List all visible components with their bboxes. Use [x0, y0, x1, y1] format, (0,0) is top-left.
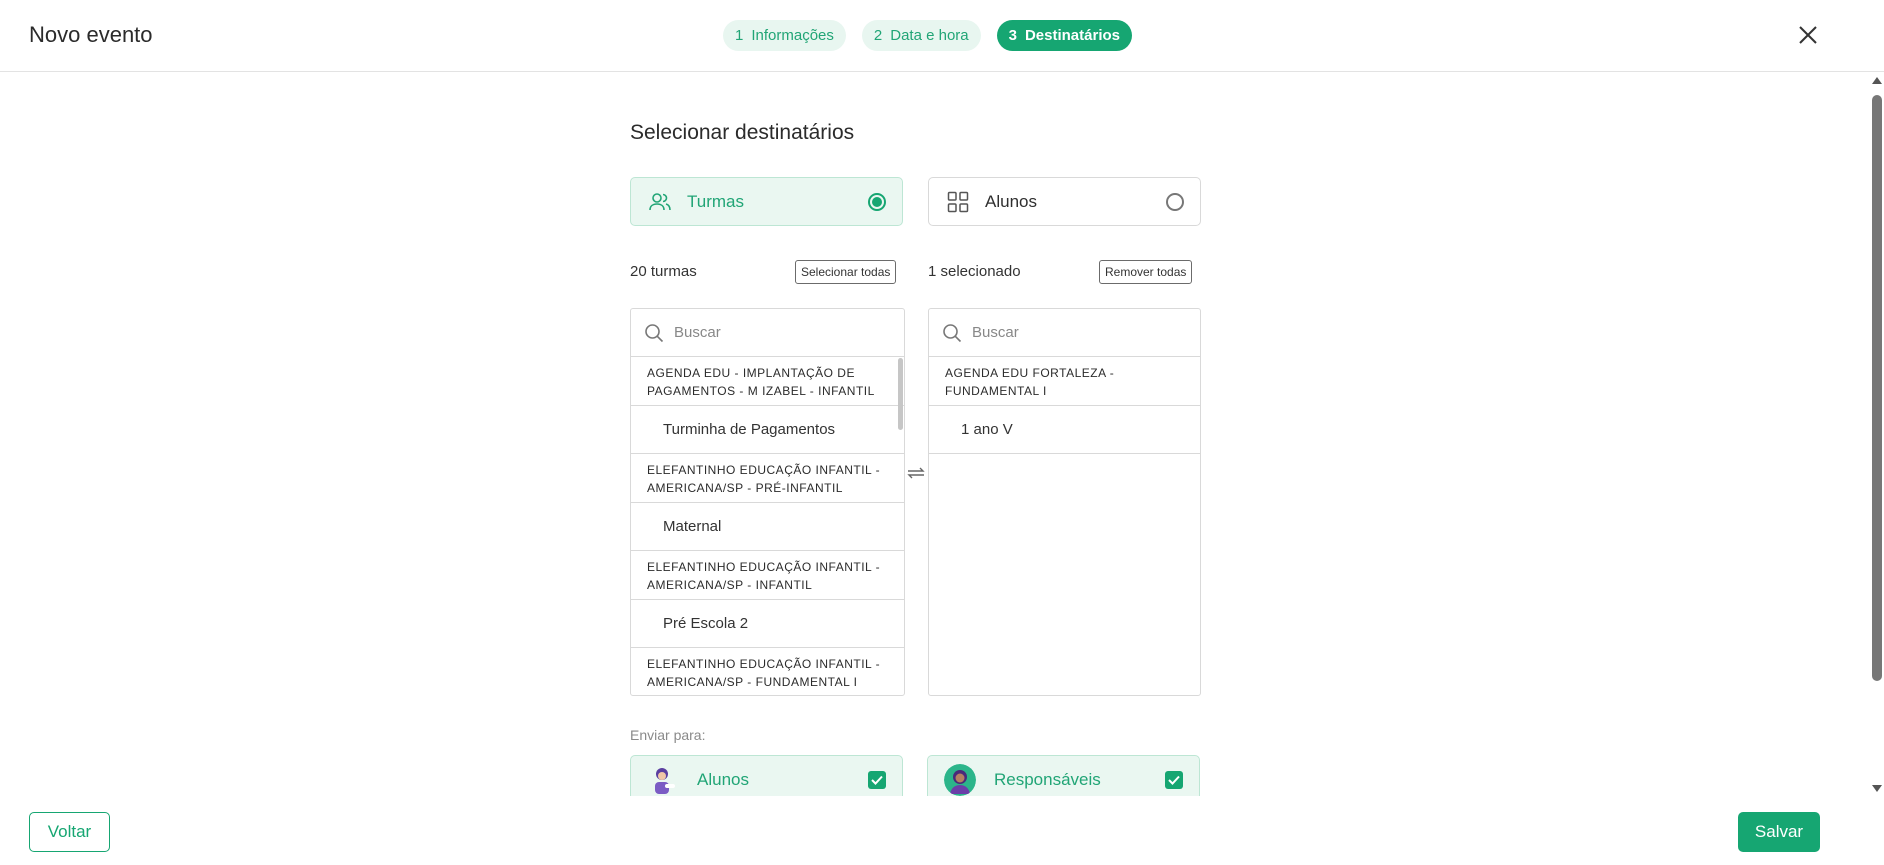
send-to-responsaveis[interactable]: Responsáveis: [927, 755, 1200, 796]
available-list: AGENDA EDU - IMPLANTAÇÃO DE PAGAMENTOS -…: [630, 308, 905, 696]
selected-search-input[interactable]: [972, 324, 1172, 341]
radio-turmas[interactable]: [868, 192, 886, 211]
student-avatar-icon: [647, 764, 679, 796]
group-header: AGENDA EDU FORTALEZA - FUNDAMENTAL I: [929, 357, 1200, 406]
select-all-button[interactable]: Selecionar todas: [795, 260, 897, 284]
recipient-type-turmas[interactable]: Turmas: [630, 177, 903, 226]
step-number: 3: [1008, 27, 1017, 44]
section-title: Selecionar destinatários: [630, 121, 855, 144]
step-destinatarios[interactable]: 3 Destinatários: [996, 20, 1133, 51]
send-to-option-label: Alunos: [697, 770, 749, 789]
recipient-type-label: Alunos: [985, 191, 1037, 211]
step-number: 2: [873, 27, 883, 44]
guardian-avatar-icon: [944, 764, 976, 796]
check-icon: [871, 775, 883, 785]
list-item[interactable]: Turminha de Pagamentos: [631, 406, 904, 454]
available-search-input[interactable]: [674, 324, 874, 341]
close-button[interactable]: [1795, 22, 1821, 48]
checkbox-alunos[interactable]: [868, 771, 886, 789]
group-header: AGENDA EDU - IMPLANTAÇÃO DE PAGAMENTOS -…: [631, 357, 904, 406]
top-bar: Novo evento 1 Informações 2 Data e hora …: [0, 0, 1884, 72]
remove-all-button[interactable]: Remover todas: [1099, 260, 1193, 284]
selected-count: 1 selecionado: [928, 263, 1021, 280]
send-to-option-label: Responsáveis: [994, 770, 1101, 789]
scroll-down-arrow-icon[interactable]: [1872, 785, 1882, 792]
step-label: Informações: [751, 27, 834, 44]
scroll-up-arrow-icon[interactable]: [1872, 77, 1882, 84]
checkbox-responsaveis[interactable]: [1165, 771, 1183, 789]
scrollbar-thumb[interactable]: [1872, 95, 1882, 681]
main-content: Selecionar destinatários Turmas Alunos 2…: [0, 73, 1870, 796]
available-list-scrollbar[interactable]: [898, 358, 903, 430]
page-title: Novo evento: [29, 22, 153, 47]
page-scrollbar[interactable]: [1870, 73, 1884, 796]
group-header: ELEFANTINHO EDUCAÇÃO INFANTIL - AMERICAN…: [631, 454, 904, 503]
step-number: 1: [735, 27, 744, 44]
send-to-alunos[interactable]: Alunos: [630, 755, 903, 796]
grid-icon: [945, 189, 971, 215]
group-header: ELEFANTINHO EDUCAÇÃO INFANTIL - AMERICAN…: [631, 648, 904, 695]
recipient-type-label: Turmas: [687, 191, 744, 211]
selected-list: AGENDA EDU FORTALEZA - FUNDAMENTAL I 1 a…: [928, 308, 1201, 696]
list-item[interactable]: 1 ano V: [929, 406, 1200, 454]
search-icon: [645, 323, 664, 342]
close-icon: [1799, 26, 1817, 44]
selected-search: [929, 309, 1200, 357]
list-item[interactable]: Maternal: [631, 503, 904, 551]
back-button[interactable]: Voltar: [29, 812, 110, 852]
available-count: 20 turmas: [630, 263, 697, 280]
recipient-type-alunos[interactable]: Alunos: [928, 177, 1201, 226]
send-to-label: Enviar para:: [630, 727, 706, 743]
swap-arrows-icon: [907, 467, 925, 479]
stepper: 1 Informações 2 Data e hora 3 Destinatár…: [723, 20, 1133, 51]
search-icon: [943, 323, 962, 342]
radio-alunos[interactable]: [1166, 192, 1184, 211]
available-search: [631, 309, 904, 357]
step-informacoes[interactable]: 1 Informações: [723, 20, 846, 51]
step-label: Data e hora: [890, 27, 969, 44]
check-icon: [1168, 775, 1180, 785]
step-label: Destinatários: [1024, 27, 1121, 44]
users-icon: [647, 189, 673, 215]
step-data-e-hora[interactable]: 2 Data e hora: [861, 20, 981, 51]
group-header: ELEFANTINHO EDUCAÇÃO INFANTIL - AMERICAN…: [631, 551, 904, 600]
list-item[interactable]: Pré Escola 2: [631, 600, 904, 648]
save-button[interactable]: Salvar: [1738, 812, 1820, 852]
